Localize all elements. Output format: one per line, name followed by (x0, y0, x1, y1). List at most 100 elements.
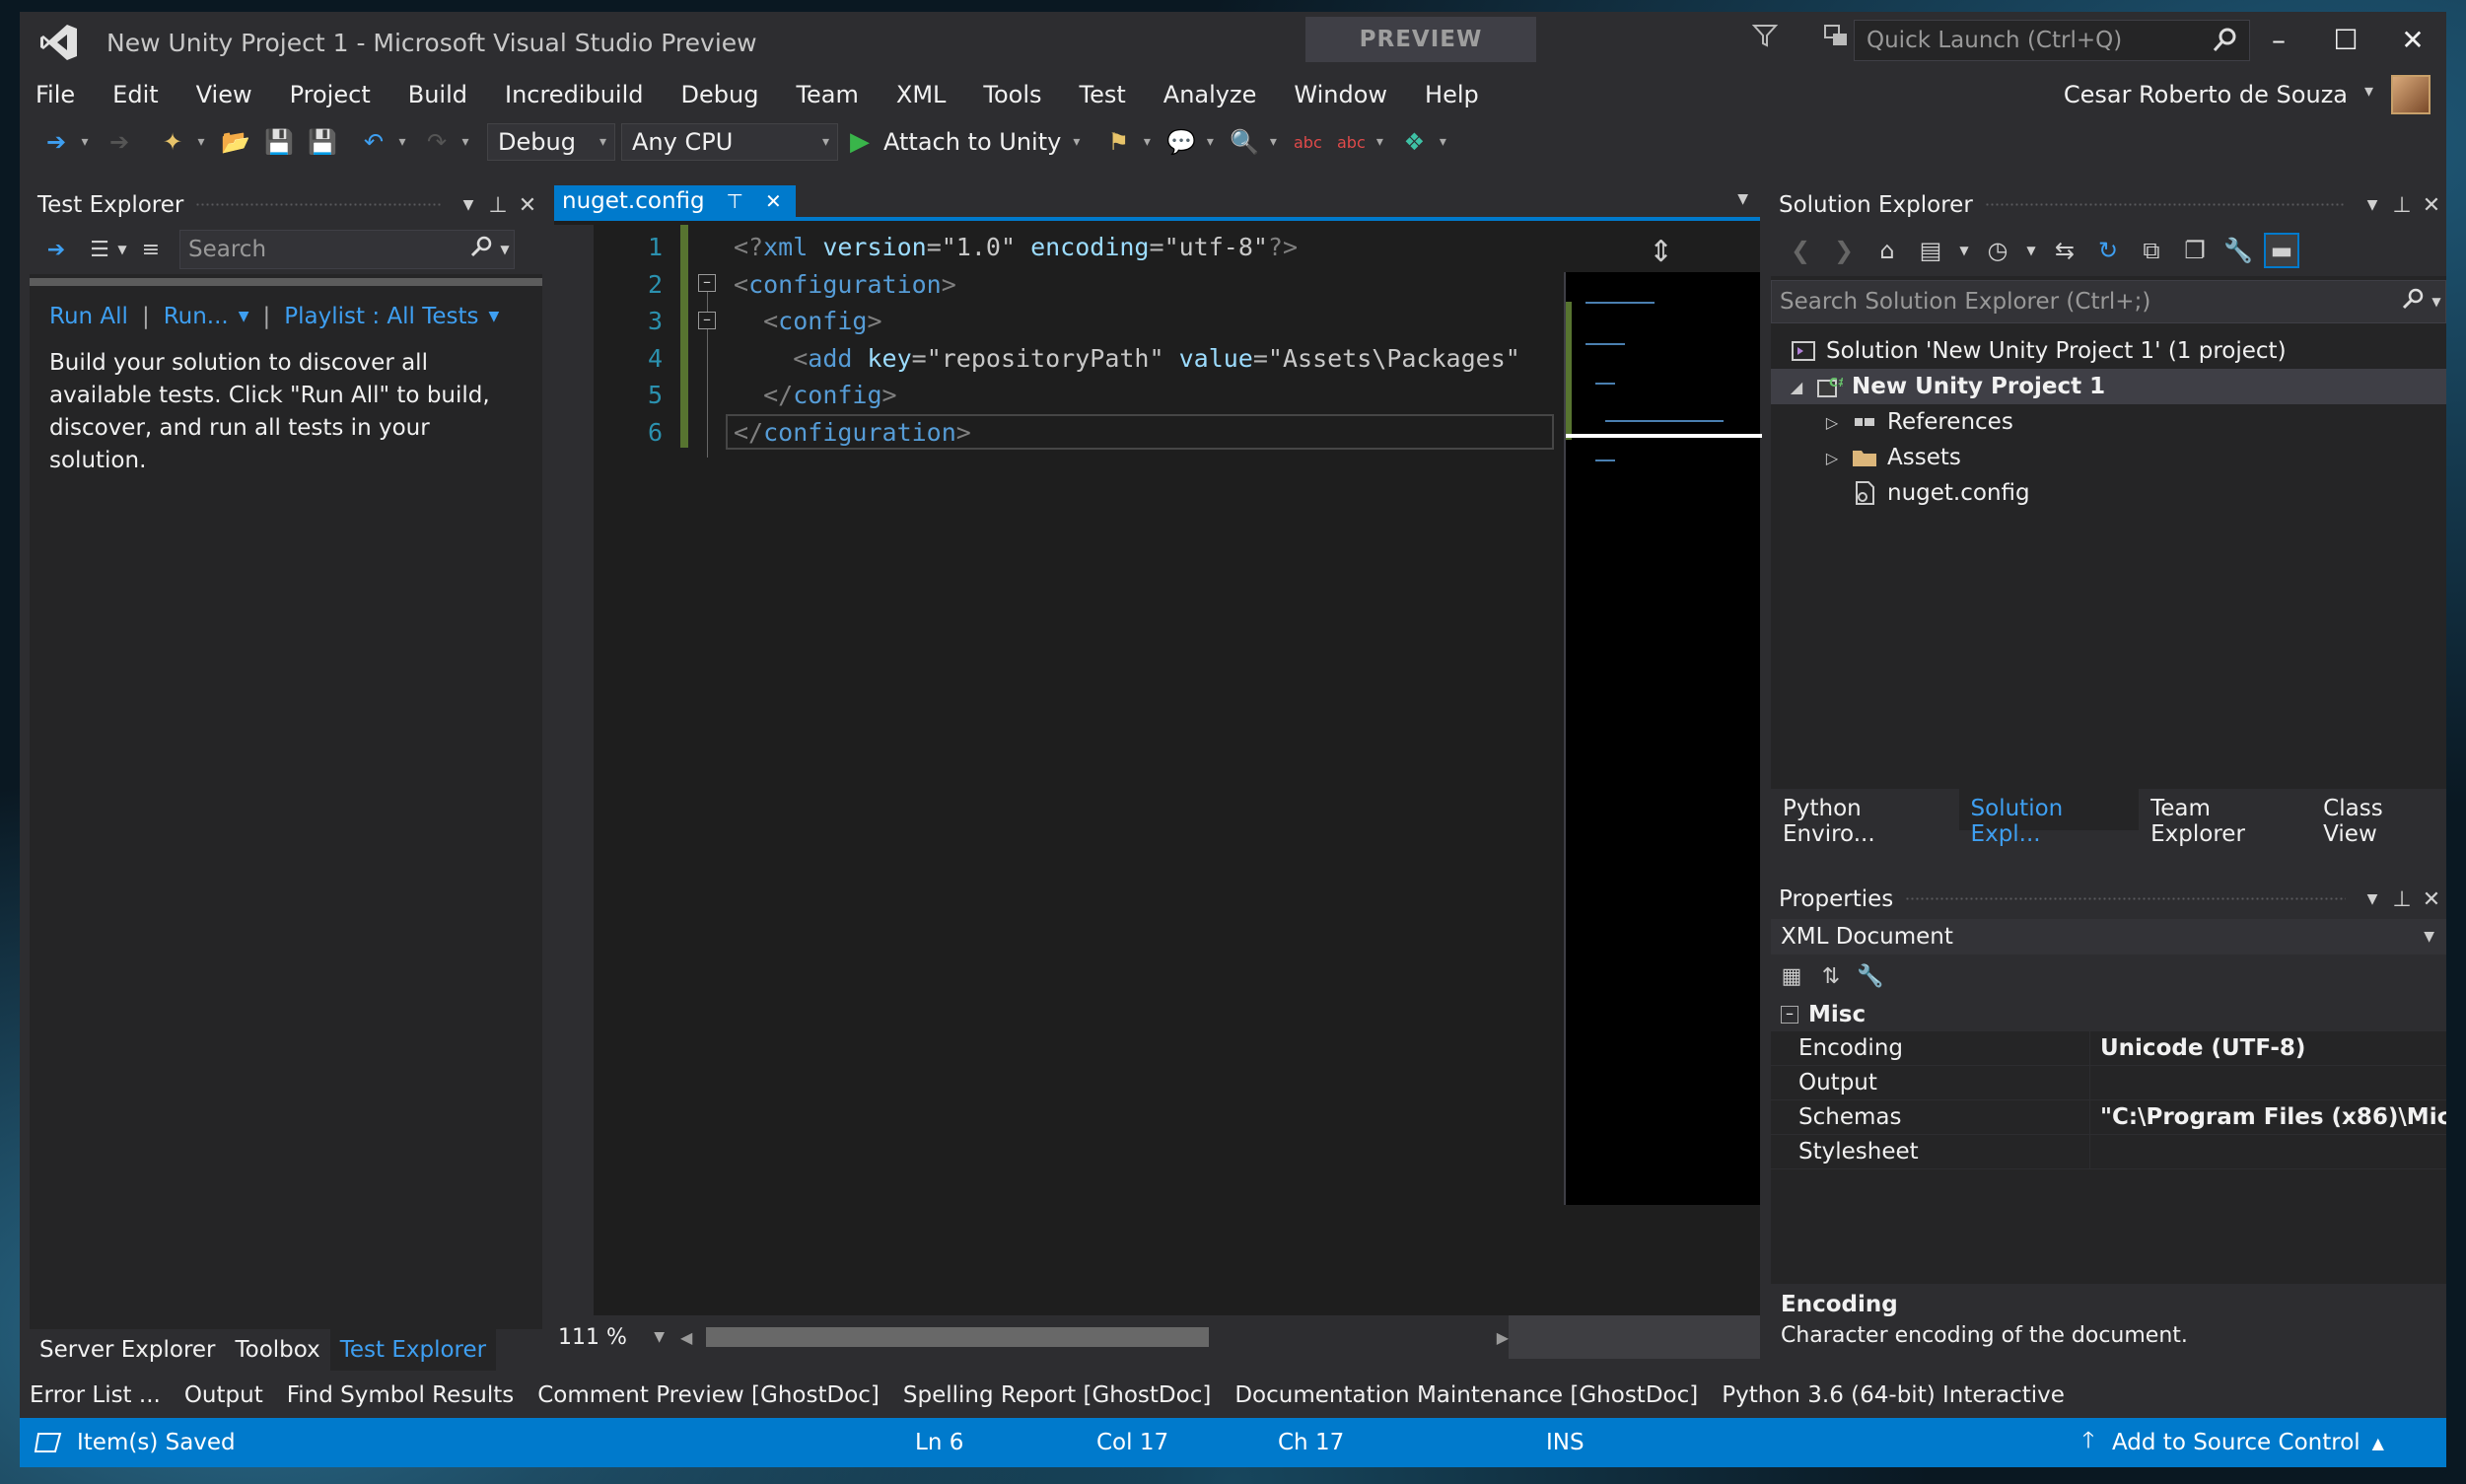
spell-dropdown-icon[interactable]: ▾ (1370, 123, 1389, 161)
scroll-left-icon[interactable]: ◀ (680, 1328, 692, 1347)
tree-item-project[interactable]: ◢ C# New Unity Project 1 (1771, 369, 2446, 404)
menu-analyze[interactable]: Analyze (1145, 81, 1276, 108)
minimize-button[interactable]: – (2245, 12, 2312, 67)
home-icon[interactable]: ⌂ (1869, 233, 1905, 268)
solution-configuration-select[interactable]: Debug ▾ (487, 123, 615, 161)
test-search-input[interactable]: Search ▼ (179, 230, 515, 269)
scrollbar-thumb[interactable] (706, 1327, 1209, 1347)
menu-xml[interactable]: XML (878, 81, 965, 108)
menu-tools[interactable]: Tools (964, 81, 1060, 108)
bookmark-icon[interactable]: ⚑ (1099, 123, 1137, 161)
tab-team-explorer[interactable]: Team Explorer (2139, 789, 2311, 847)
search-options-dropdown-icon[interactable]: ▼ (2428, 295, 2445, 309)
navigate-forward-icon[interactable]: ➔ (101, 123, 138, 161)
undo-icon[interactable]: ↶ (355, 123, 392, 161)
collapse-section-icon[interactable]: – (1781, 1006, 1798, 1024)
attach-to-unity-button[interactable]: ▶ Attach to Unity ▾ (850, 127, 1080, 157)
close-icon[interactable]: ✕ (2417, 193, 2446, 218)
menu-debug[interactable]: Debug (663, 81, 778, 108)
expanded-triangle-icon[interactable]: ◢ (1787, 378, 1806, 396)
tab-comment-preview[interactable]: Comment Preview [GhostDoc] (526, 1382, 891, 1408)
solution-platform-select[interactable]: Any CPU ▾ (621, 123, 838, 161)
notifications-filter-icon[interactable] (1747, 22, 1783, 57)
redo-dropdown-icon[interactable]: ▾ (456, 123, 475, 161)
switch-views-icon[interactable]: ▤ (1913, 233, 1948, 268)
code-line[interactable]: <configuration> (734, 266, 1520, 304)
menu-file[interactable]: File (20, 81, 94, 108)
maximize-button[interactable]: ☐ (2312, 12, 2379, 67)
property-value[interactable]: Unicode (UTF-8) (2090, 1031, 2446, 1066)
property-value[interactable] (2090, 1066, 2446, 1100)
run-link[interactable]: Run... (164, 304, 229, 329)
tab-class-view[interactable]: Class View (2311, 789, 2446, 847)
refresh-icon[interactable]: ↻ (2090, 233, 2126, 268)
feedback-icon[interactable] (1818, 22, 1854, 57)
menu-test[interactable]: Test (1061, 81, 1145, 108)
collapsed-triangle-icon[interactable]: ▷ (1822, 413, 1842, 432)
collapse-config-icon[interactable]: – (698, 312, 716, 329)
horizontal-scrollbar[interactable]: ◀ ▶ (680, 1320, 1509, 1354)
property-pages-icon[interactable]: 🔧 (1856, 961, 1885, 991)
properties-object-select[interactable]: XML Document ▼ (1771, 919, 2446, 954)
code-text[interactable]: <?xml version="1.0" encoding="utf-8"?> <c… (734, 229, 1520, 451)
navigate-back-dropdown-icon[interactable]: ▾ (75, 123, 95, 161)
pin-tab-icon[interactable]: ⊤ (727, 189, 743, 213)
tab-output[interactable]: Output (173, 1382, 275, 1408)
menu-help[interactable]: Help (1406, 81, 1498, 108)
new-project-icon[interactable]: ✦ (154, 123, 191, 161)
tree-item-assets[interactable]: ▷ Assets (1771, 440, 2446, 475)
insert-mode-indicator[interactable]: INS (1546, 1418, 1585, 1467)
tab-list-dropdown-icon[interactable]: ▼ (1737, 191, 1748, 207)
show-all-files-icon[interactable]: ❐ (2177, 233, 2213, 268)
tab-error-list[interactable]: Error List ... (20, 1382, 173, 1408)
user-menu-caret-icon[interactable]: ▾ (2364, 81, 2373, 102)
menu-build[interactable]: Build (389, 81, 486, 108)
window-position-icon[interactable]: ▼ (454, 197, 483, 213)
user-account-name[interactable]: Cesar Roberto de Souza (2064, 81, 2348, 108)
close-window-button[interactable]: ✕ (2379, 12, 2446, 67)
tab-solution-explorer[interactable]: Solution Expl... (1958, 789, 2140, 847)
collapsed-triangle-icon[interactable]: ▷ (1822, 449, 1842, 467)
user-avatar[interactable] (2391, 75, 2431, 114)
save-all-icon[interactable]: 💾 (304, 123, 341, 161)
tab-test-explorer[interactable]: Test Explorer (329, 1329, 497, 1371)
property-value[interactable] (2090, 1135, 2446, 1169)
redo-icon[interactable]: ↷ (418, 123, 456, 161)
property-row-stylesheet[interactable]: Stylesheet (1771, 1135, 2446, 1169)
scrollbar-minimap[interactable] (1564, 272, 1762, 1205)
undo-dropdown-icon[interactable]: ▾ (392, 123, 412, 161)
live-share-icon[interactable]: ❖ (1395, 123, 1433, 161)
tab-python-environments[interactable]: Python Enviro... (1771, 789, 1959, 847)
toolbar-options-icon[interactable]: ▾ (1433, 123, 1452, 161)
properties-icon[interactable]: 🔧 (2220, 233, 2256, 268)
code-line[interactable]: </configuration> (734, 414, 1520, 452)
group-by-dropdown-icon[interactable]: ▼ (114, 243, 130, 256)
group-by-icon[interactable]: ☰ (85, 238, 114, 262)
preview-selected-items-icon[interactable]: ▬ (2264, 233, 2299, 268)
playlist-dropdown-icon[interactable]: ▼ (488, 309, 499, 324)
pin-icon[interactable]: ⊥ (483, 193, 513, 218)
tab-find-symbol-results[interactable]: Find Symbol Results (275, 1382, 526, 1408)
navigate-back-icon[interactable]: ➔ (37, 123, 75, 161)
categorized-icon[interactable]: ▦ (1777, 961, 1806, 991)
run-all-link[interactable]: Run All (49, 304, 128, 329)
filter-dropdown-icon[interactable]: ▼ (2023, 233, 2039, 268)
open-file-icon[interactable]: 📂 (217, 123, 254, 161)
playlist-link[interactable]: Playlist : All Tests (284, 304, 478, 329)
code-line[interactable]: <config> (734, 303, 1520, 340)
tab-python-interactive[interactable]: Python 3.6 (64-bit) Interactive (1710, 1382, 2077, 1408)
property-row-output[interactable]: Output (1771, 1066, 2446, 1100)
collapse-configuration-icon[interactable]: – (698, 274, 716, 292)
add-to-source-control-button[interactable]: 🡑 Add to Source Control ▲ (2082, 1418, 2384, 1467)
close-icon[interactable]: ✕ (2417, 887, 2446, 912)
close-tab-icon[interactable]: ✕ (765, 189, 782, 213)
tab-spelling-report[interactable]: Spelling Report [GhostDoc] (891, 1382, 1223, 1408)
window-position-icon[interactable]: ▼ (2358, 891, 2387, 907)
quick-launch-input[interactable]: Quick Launch (Ctrl+Q) (1854, 20, 2250, 61)
find-icon[interactable]: 🔍 (1226, 123, 1263, 161)
menu-window[interactable]: Window (1275, 81, 1406, 108)
comment-dropdown-icon[interactable]: ▾ (1200, 123, 1220, 161)
zoom-select[interactable]: 111 % ▼ (554, 1320, 672, 1354)
misc-section-header[interactable]: – Misc (1771, 998, 2446, 1031)
comment-icon[interactable]: 💬 (1163, 123, 1200, 161)
